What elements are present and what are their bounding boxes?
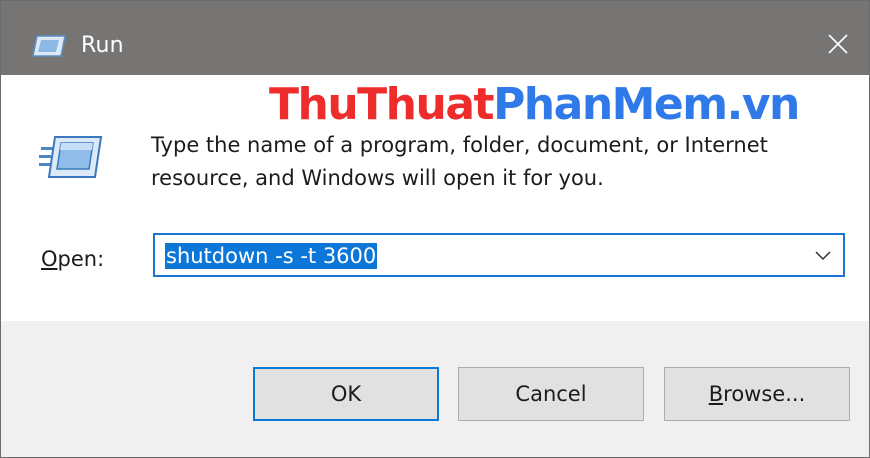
- watermark: ThuThuatPhanMem.vn: [269, 79, 800, 130]
- button-bar: OK Cancel Browse...: [1, 321, 869, 457]
- description-line-2: resource, and Windows will open it for y…: [151, 166, 604, 190]
- browse-button[interactable]: Browse...: [664, 367, 850, 421]
- ok-button[interactable]: OK: [253, 367, 439, 421]
- close-button[interactable]: [807, 13, 869, 75]
- run-dialog: Run ThuThuatPhanMem.vn Type the name of …: [0, 0, 870, 458]
- open-input[interactable]: shutdown -s -t 3600: [165, 243, 378, 269]
- description-text: Type the name of a program, folder, docu…: [151, 129, 851, 195]
- dropdown-button[interactable]: [809, 243, 837, 269]
- title-bar[interactable]: Run: [1, 1, 869, 75]
- open-combobox[interactable]: shutdown -s -t 3600: [153, 233, 845, 277]
- run-icon: [32, 35, 66, 57]
- open-label: Open:: [41, 247, 105, 271]
- dialog-body: ThuThuatPhanMem.vn Type the name of a pr…: [1, 75, 869, 321]
- cancel-button[interactable]: Cancel: [458, 367, 644, 421]
- close-icon: [828, 34, 848, 54]
- window-title: Run: [81, 33, 124, 58]
- chevron-down-icon: [815, 251, 831, 261]
- run-program-icon: [39, 136, 103, 178]
- description-line-1: Type the name of a program, folder, docu…: [151, 133, 768, 157]
